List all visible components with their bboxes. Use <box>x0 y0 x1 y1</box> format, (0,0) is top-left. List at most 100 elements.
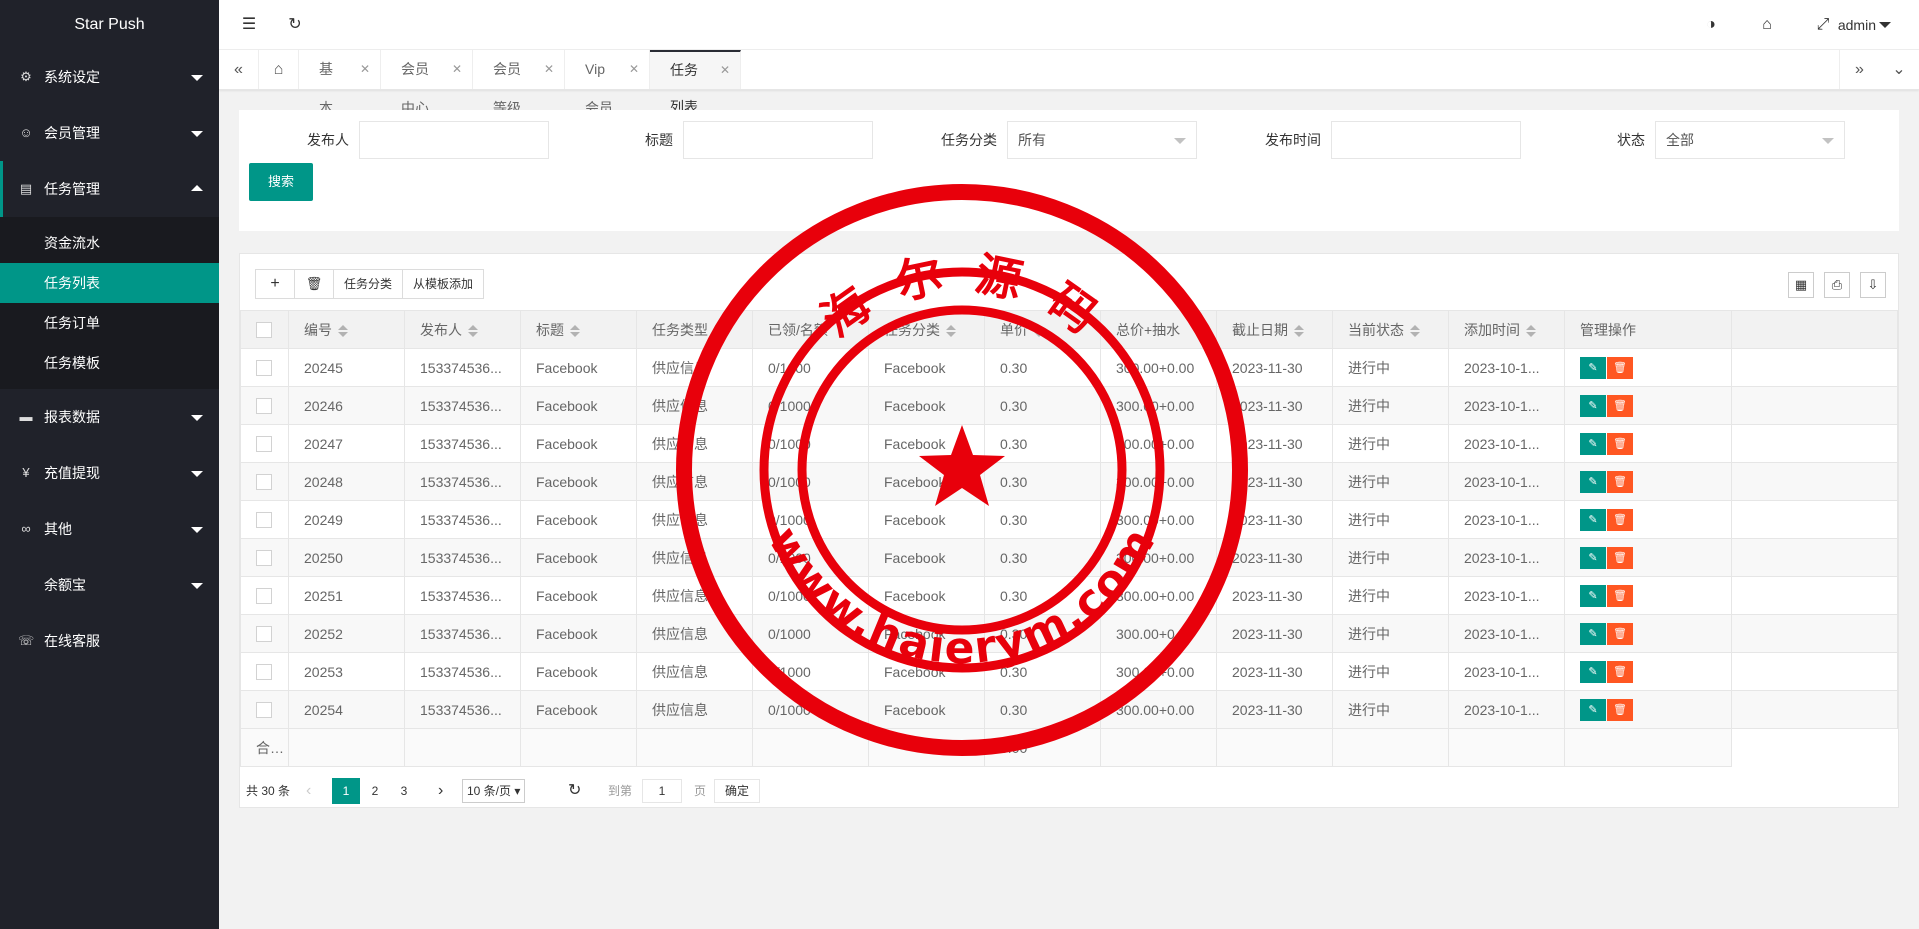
row-checkbox[interactable] <box>256 474 272 491</box>
menu-toggle-icon[interactable]: ☰ <box>237 0 261 50</box>
edit-icon[interactable]: ✎ <box>1580 698 1606 721</box>
sidebar-item[interactable]: ▤ 任务管理 <box>0 161 219 217</box>
search-button[interactable]: 搜索 <box>249 163 313 201</box>
sort-icon[interactable] <box>1526 324 1536 337</box>
sidebar-item[interactable]: ▬ 报表数据 <box>0 389 219 445</box>
trash-icon[interactable]: 🗑 <box>1607 508 1633 531</box>
export-icon[interactable]: ⇩ <box>1860 272 1886 298</box>
page-button[interactable]: 3 <box>390 780 418 802</box>
close-icon[interactable]: ✕ <box>629 50 639 89</box>
sort-icon[interactable] <box>338 324 348 337</box>
sidebar-subitem[interactable]: 任务模板 <box>0 343 219 383</box>
next-page-icon[interactable]: › <box>438 780 443 802</box>
trash-icon[interactable]: 🗑 <box>1607 394 1633 417</box>
close-icon[interactable]: ✕ <box>452 50 462 89</box>
column-header[interactable]: 添加时间 <box>1448 310 1565 349</box>
trash-icon[interactable]: 🗑 <box>1607 584 1633 607</box>
sidebar-item[interactable]: ☺ 会员管理 <box>0 105 219 161</box>
row-checkbox[interactable] <box>256 398 272 415</box>
edit-icon[interactable]: ✎ <box>1580 622 1606 645</box>
refresh-page-icon[interactable]: ↻ <box>568 780 581 802</box>
tabs-menu-icon[interactable]: ⌄ <box>1879 50 1919 89</box>
row-checkbox[interactable] <box>256 550 272 567</box>
fullscreen-icon[interactable]: ⤢ <box>1811 0 1835 50</box>
sort-icon[interactable] <box>946 324 956 337</box>
prev-page-icon[interactable]: ‹ <box>306 780 311 802</box>
refresh-icon[interactable]: ↻ <box>283 0 307 50</box>
sidebar-subitem[interactable]: 任务订单 <box>0 303 219 343</box>
row-checkbox[interactable] <box>256 588 272 605</box>
close-icon[interactable]: ✕ <box>360 50 370 89</box>
columns-icon[interactable]: ▦ <box>1788 272 1814 298</box>
sidebar-item[interactable]: 余额宝 <box>0 557 219 613</box>
trash-icon[interactable]: 🗑 <box>1607 622 1633 645</box>
edit-icon[interactable]: ✎ <box>1580 356 1606 379</box>
trash-icon[interactable]: 🗑 <box>1607 660 1633 683</box>
sort-icon[interactable] <box>1294 324 1304 337</box>
edit-icon[interactable]: ✎ <box>1580 546 1606 569</box>
sidebar-item[interactable]: ☏ 在线客服 <box>0 613 219 669</box>
tab-item[interactable]: 会员等级 ✕ <box>473 50 565 116</box>
edit-icon[interactable]: ✎ <box>1580 432 1606 455</box>
tab-item[interactable]: 会员中心 ✕ <box>381 50 473 116</box>
sort-icon[interactable] <box>570 324 580 337</box>
per-page-select[interactable]: 10 条/页 ▾ <box>462 779 526 803</box>
page-button[interactable]: 1 <box>332 778 360 804</box>
theme-icon[interactable]: ◑ <box>1699 0 1723 50</box>
category-select[interactable]: 所有 <box>1007 121 1197 159</box>
close-icon[interactable]: ✕ <box>544 50 554 89</box>
row-checkbox[interactable] <box>256 512 272 529</box>
edit-icon[interactable]: ✎ <box>1580 584 1606 607</box>
goto-page-input[interactable]: 1 <box>642 779 682 803</box>
close-icon[interactable]: ✕ <box>720 52 730 89</box>
row-checkbox[interactable] <box>256 626 272 643</box>
tabs-next-icon[interactable]: » <box>1839 50 1879 89</box>
row-checkbox[interactable] <box>256 436 272 453</box>
trash-icon[interactable]: 🗑 <box>1607 432 1633 455</box>
add-icon[interactable]: + <box>255 269 295 299</box>
row-checkbox[interactable] <box>256 702 272 719</box>
edit-icon[interactable]: ✎ <box>1580 470 1606 493</box>
status-select[interactable]: 全部 <box>1655 121 1845 159</box>
trash-icon[interactable]: 🗑 <box>1607 698 1633 721</box>
column-header[interactable]: 任务分类 <box>868 310 985 349</box>
page-button[interactable]: 2 <box>361 780 389 802</box>
edit-icon[interactable]: ✎ <box>1580 394 1606 417</box>
sidebar-item[interactable]: ∞ 其他 <box>0 501 219 557</box>
trash-icon[interactable]: 🗑 <box>1607 470 1633 493</box>
select-all-checkbox[interactable] <box>256 322 272 339</box>
column-header[interactable]: 当前状态 <box>1332 310 1449 349</box>
title-input[interactable] <box>683 121 873 159</box>
column-header[interactable]: 截止日期 <box>1216 310 1333 349</box>
sort-icon[interactable] <box>1034 324 1044 337</box>
goto-confirm-button[interactable]: 确定 <box>714 779 761 803</box>
edit-icon[interactable]: ✎ <box>1580 508 1606 531</box>
task-category-button[interactable]: 任务分类 <box>333 269 404 299</box>
trash-icon[interactable]: 🗑 <box>1607 356 1633 379</box>
add-from-template-button[interactable]: 从模板添加 <box>402 269 485 299</box>
sidebar-item[interactable]: ¥ 充值提现 <box>0 445 219 501</box>
trash-icon[interactable]: 🗑 <box>1607 546 1633 569</box>
row-checkbox[interactable] <box>256 360 272 377</box>
sort-icon[interactable] <box>1410 324 1420 337</box>
sort-icon[interactable] <box>468 324 478 337</box>
tab-item[interactable]: Vip会员 ✕ <box>565 50 650 116</box>
tabs-prev-icon[interactable]: « <box>219 50 259 89</box>
delete-icon[interactable]: 🗑 <box>294 269 334 299</box>
publisher-input[interactable] <box>359 121 549 159</box>
publish-time-input[interactable] <box>1331 121 1521 159</box>
print-icon[interactable]: ⎙ <box>1824 272 1850 298</box>
home-icon[interactable]: ⌂ <box>259 50 299 89</box>
sidebar-subitem[interactable]: 任务列表 <box>0 263 219 303</box>
column-header[interactable]: 标题 <box>520 310 637 349</box>
tab-item[interactable]: 任务列表 ✕ <box>650 50 741 115</box>
row-checkbox[interactable] <box>256 664 272 681</box>
tag-icon[interactable]: ⌂ <box>1755 0 1779 50</box>
column-header[interactable]: 单价 <box>984 310 1101 349</box>
tab-item[interactable]: 基本设置✕ <box>299 50 381 194</box>
sidebar-item[interactable]: ⚙ 系统设定 <box>0 49 219 105</box>
edit-icon[interactable]: ✎ <box>1580 660 1606 683</box>
sidebar-subitem[interactable]: 资金流水 <box>0 223 219 263</box>
column-header[interactable]: 发布人 <box>404 310 521 349</box>
column-header[interactable]: 编号 <box>288 310 405 349</box>
